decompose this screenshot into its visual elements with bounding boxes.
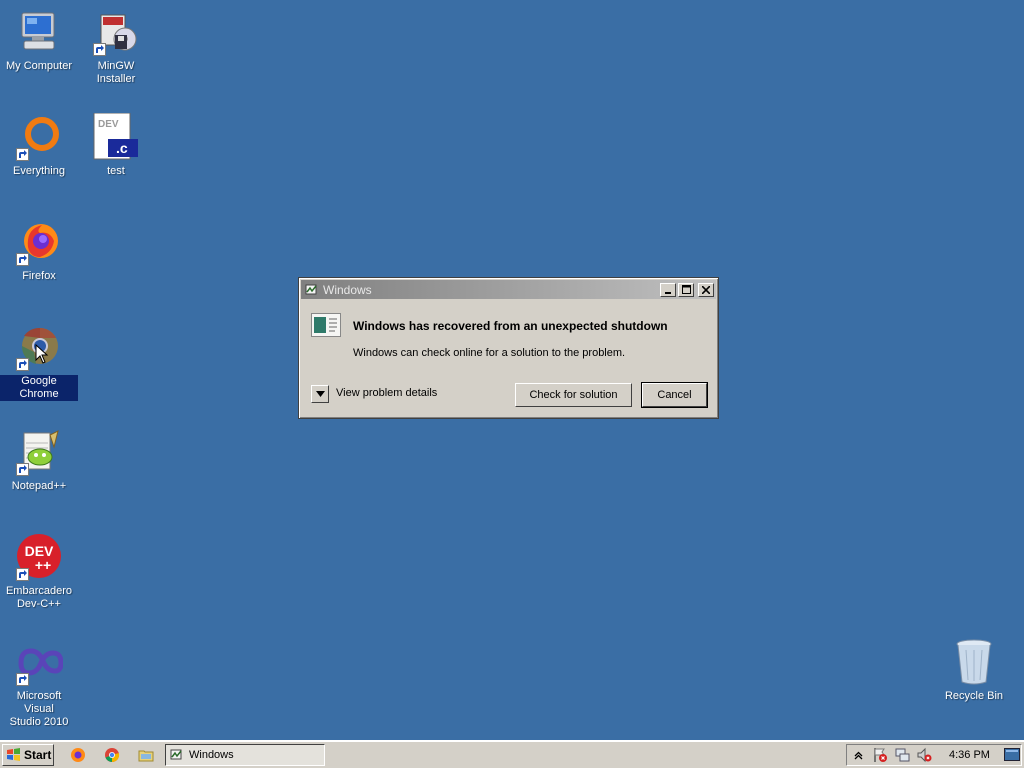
flag-warning-icon <box>874 748 887 762</box>
firefox-icon <box>71 748 85 762</box>
taskbar-item-windows[interactable]: Windows <box>165 744 325 766</box>
desktop-icon-firefox[interactable]: Firefox <box>0 218 78 283</box>
devcpp-icon: DEV ++ <box>15 533 63 581</box>
dialog-title: Windows <box>323 282 372 297</box>
dialog-titlebar[interactable]: Windows <box>301 280 716 299</box>
chrome-icon <box>15 323 63 371</box>
tray-network[interactable] <box>891 746 913 764</box>
desktop-icon-notepad-plus-plus[interactable]: Notepad++ <box>0 428 78 493</box>
c-source-file-icon: DEV .c <box>92 113 140 161</box>
clock[interactable]: 4:36 PM <box>949 749 990 761</box>
problem-report-icon <box>311 313 341 337</box>
desktop-icon-label: Firefox <box>22 270 56 282</box>
shortcut-arrow-icon <box>16 148 29 161</box>
desktop-icon-test[interactable]: DEV .c test <box>77 113 155 178</box>
volume-muted-icon <box>917 747 932 763</box>
network-icon <box>895 748 910 762</box>
desktop-icon-label: test <box>107 165 125 177</box>
taskbar: Start Windows 4:36 PM <box>0 740 1024 768</box>
view-details-toggle[interactable] <box>311 385 329 403</box>
desktop-icon-label: Notepad++ <box>11 480 67 492</box>
desktop-icon-label: Google Chrome <box>0 375 78 401</box>
installer-icon <box>92 8 140 56</box>
chrome-icon <box>105 748 120 763</box>
close-button[interactable] <box>698 282 714 297</box>
desktop-icon-label: Embarcadero Dev-C++ <box>5 585 73 610</box>
folder-icon <box>138 750 154 762</box>
show-hidden-icons-button[interactable] <box>847 746 869 764</box>
quicklaunch-explorer[interactable] <box>137 746 155 764</box>
quicklaunch-chrome[interactable] <box>103 746 121 764</box>
check-for-solution-button[interactable]: Check for solution <box>515 383 632 407</box>
shortcut-arrow-icon <box>16 568 29 581</box>
shortcut-arrow-icon <box>16 673 29 686</box>
firefox-icon <box>15 218 63 266</box>
desktop-icon-mingw-installer[interactable]: MinGW Installer <box>77 8 155 86</box>
minimize-button[interactable] <box>660 282 676 297</box>
close-icon <box>702 285 710 294</box>
windows-app-icon <box>305 284 317 294</box>
view-details-label[interactable]: View problem details <box>336 387 437 399</box>
start-label: Start <box>24 748 52 762</box>
desktop-icon-label: My Computer <box>5 60 73 72</box>
shortcut-arrow-icon <box>16 253 29 266</box>
computer-icon <box>15 8 63 56</box>
system-tray: 4:36 PM <box>846 744 1022 766</box>
windows-logo-icon <box>7 748 20 761</box>
desktop-icon-google-chrome[interactable]: Google Chrome <box>0 323 78 401</box>
shortcut-arrow-icon <box>16 463 29 476</box>
dialog-message: Windows can check online for a solution … <box>353 347 626 359</box>
maximize-button[interactable] <box>678 282 694 297</box>
chevron-up-icon <box>854 751 862 759</box>
desktop-icon-label: MinGW Installer <box>96 60 136 85</box>
desktop-icon-visual-studio-2010[interactable]: Microsoft Visual Studio 2010 <box>0 638 78 729</box>
chevron-down-icon <box>315 391 325 397</box>
test-icon-text: DEV <box>98 119 119 130</box>
everything-icon <box>15 113 63 161</box>
shortcut-arrow-icon <box>16 358 29 371</box>
mouse-cursor-icon <box>35 344 49 364</box>
cancel-button[interactable]: Cancel <box>641 382 708 408</box>
notepad-plus-plus-icon <box>15 428 63 476</box>
shortcut-arrow-icon <box>93 43 106 56</box>
tray-volume[interactable] <box>913 746 935 764</box>
start-button[interactable]: Start <box>2 744 54 766</box>
minimize-icon <box>665 291 671 294</box>
show-desktop-icon[interactable] <box>1003 748 1020 762</box>
tray-action-center[interactable] <box>869 746 891 764</box>
taskbar-item-label: Windows <box>189 749 234 761</box>
recovery-dialog: Windows Windows has recovered from an un… <box>298 277 719 419</box>
test-icon-ext: .c <box>116 140 128 156</box>
desktop-icon-my-computer[interactable]: My Computer <box>0 8 78 73</box>
windows-app-icon <box>170 749 182 760</box>
desktop-icon-label: Microsoft Visual Studio 2010 <box>9 690 69 728</box>
desktop-icon-label: Everything <box>13 165 65 177</box>
quicklaunch-firefox[interactable] <box>69 746 87 764</box>
desktop-icon-embarcadero-devcpp[interactable]: DEV ++ Embarcadero Dev-C++ <box>0 533 78 611</box>
recycle-bin-icon <box>950 638 998 686</box>
devcpp-icon-sub: ++ <box>35 557 51 573</box>
desktop-icon-everything[interactable]: Everything <box>0 113 78 178</box>
maximize-icon <box>681 285 691 294</box>
desktop-icon-recycle-bin[interactable]: Recycle Bin <box>935 638 1013 703</box>
dialog-heading: Windows has recovered from an unexpected… <box>353 319 668 333</box>
visual-studio-icon <box>15 638 63 686</box>
desktop-icon-label: Recycle Bin <box>944 690 1004 702</box>
